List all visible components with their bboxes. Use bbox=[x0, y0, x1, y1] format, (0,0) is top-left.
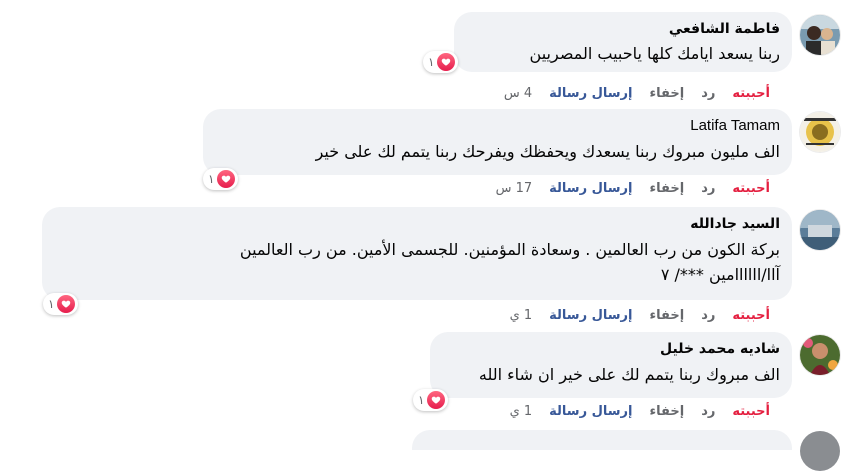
reaction-count: ١ bbox=[208, 172, 215, 186]
like-link[interactable]: أحببته bbox=[732, 308, 770, 323]
reply-link[interactable]: رد bbox=[701, 86, 715, 101]
reaction-badge[interactable]: ١ bbox=[413, 389, 449, 411]
heart-icon bbox=[217, 170, 236, 188]
hide-link[interactable]: إخفاء bbox=[649, 404, 684, 419]
commenter-name[interactable]: Latifa Tamam bbox=[215, 117, 780, 135]
heart-icon bbox=[427, 391, 446, 409]
reaction-badge[interactable]: ١ bbox=[43, 293, 79, 315]
reply-link[interactable]: رد bbox=[701, 308, 715, 323]
commenter-name[interactable]: فاطمة الشافعي bbox=[466, 20, 780, 38]
commenter-name[interactable]: السيد جادالله bbox=[54, 215, 780, 233]
send-message-link[interactable]: إرسال رسالة bbox=[549, 404, 632, 419]
comment-actions: أحببته رد إخفاء إرسال رسالة 17 س bbox=[496, 181, 770, 196]
like-link[interactable]: أحببته bbox=[732, 404, 770, 419]
avatar[interactable] bbox=[800, 15, 840, 55]
timestamp[interactable]: 1 ي bbox=[510, 308, 533, 323]
avatar[interactable] bbox=[800, 335, 840, 375]
reaction-count: ١ bbox=[428, 55, 435, 69]
comment-bubble: السيد جادالله بركة الكون من رب العالمين … bbox=[42, 207, 792, 300]
send-message-link[interactable]: إرسال رسالة bbox=[549, 308, 632, 323]
like-link[interactable]: أحببته bbox=[732, 181, 770, 196]
send-message-link[interactable]: إرسال رسالة bbox=[549, 86, 632, 101]
avatar[interactable] bbox=[800, 431, 840, 471]
hide-link[interactable]: إخفاء bbox=[649, 181, 684, 196]
like-link[interactable]: أحببته bbox=[732, 86, 770, 101]
reaction-badge[interactable]: ١ bbox=[203, 168, 239, 190]
hide-link[interactable]: إخفاء bbox=[649, 86, 684, 101]
reaction-count: ١ bbox=[48, 297, 55, 311]
heart-icon bbox=[437, 53, 456, 71]
comment-text: الف مليون مبروك ربنا يسعدك ويحفظك ويفرحك… bbox=[315, 142, 780, 161]
reaction-badge[interactable]: ١ bbox=[423, 51, 459, 73]
comment-bubble: فاطمة الشافعي ربنا يسعد ايامك كلها ياحبي… bbox=[454, 12, 792, 72]
reply-link[interactable]: رد bbox=[701, 181, 715, 196]
comment-bubble bbox=[412, 430, 792, 450]
comment-text: بركة الكون من رب العالمين . وسعادة المؤم… bbox=[239, 240, 780, 259]
commenter-name[interactable]: شاديه محمد خليل bbox=[442, 340, 780, 358]
comment-bubble: شاديه محمد خليل الف مبروك ربنا يتمم لك ع… bbox=[430, 332, 792, 398]
send-message-link[interactable]: إرسال رسالة bbox=[549, 181, 632, 196]
comment-bubble: Latifa Tamam الف مليون مبروك ربنا يسعدك … bbox=[203, 109, 792, 175]
comment-text: الف مبروك ربنا يتمم لك على خير ان شاء ال… bbox=[478, 365, 780, 384]
comment-text: ربنا يسعد ايامك كلها ياحبيب المصريين bbox=[529, 44, 780, 63]
comment-actions: أحببته رد إخفاء إرسال رسالة 1 ي bbox=[510, 404, 770, 419]
comment-actions: أحببته رد إخفاء إرسال رسالة 1 ي bbox=[510, 308, 770, 323]
avatar[interactable] bbox=[800, 210, 840, 250]
reaction-count: ١ bbox=[418, 393, 425, 407]
timestamp[interactable]: 1 ي bbox=[510, 404, 533, 419]
comment-actions: أحببته رد إخفاء إرسال رسالة 4 س bbox=[504, 86, 770, 101]
comment-text-line: آاا/اااااامين ***/ ٧ bbox=[660, 265, 780, 284]
hide-link[interactable]: إخفاء bbox=[649, 308, 684, 323]
heart-icon bbox=[57, 295, 76, 313]
avatar[interactable] bbox=[800, 112, 840, 152]
timestamp[interactable]: 4 س bbox=[504, 86, 532, 101]
reply-link[interactable]: رد bbox=[701, 404, 715, 419]
timestamp[interactable]: 17 س bbox=[496, 181, 533, 196]
